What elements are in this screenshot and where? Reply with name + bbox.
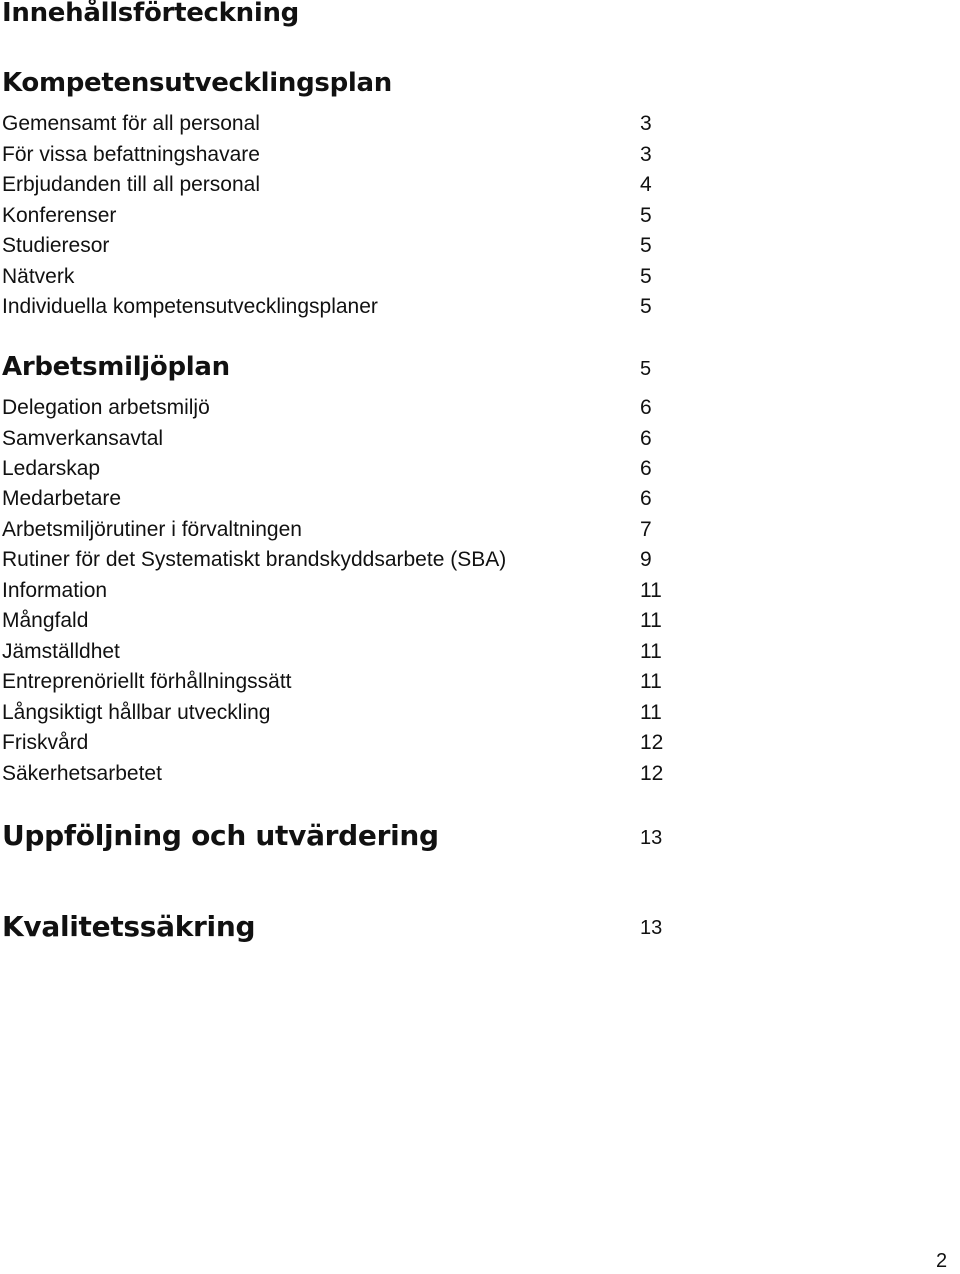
toc-entry[interactable]: Erbjudanden till all personal	[2, 173, 260, 197]
toc-entry[interactable]: Jämställdhet	[2, 640, 120, 664]
toc-entry[interactable]: Långsiktigt hållbar utveckling	[2, 701, 271, 725]
toc-entry[interactable]: Information	[2, 579, 107, 603]
toc-entry-page: 9	[640, 548, 652, 571]
toc-entry-page: 6	[640, 396, 652, 419]
section-heading-uppfoljning[interactable]: Uppföljning och utvärdering	[2, 819, 439, 852]
toc-title: Innehållsförteckning	[2, 0, 299, 28]
toc-entry-page: 11	[640, 609, 662, 632]
toc-entry[interactable]: Medarbetare	[2, 487, 121, 511]
toc-entry-page: 12	[640, 731, 664, 754]
section-page: 13	[640, 917, 663, 939]
toc-entry-page: 6	[640, 427, 652, 450]
toc-entry-page: 3	[640, 112, 652, 135]
toc-entry-page: 6	[640, 487, 652, 510]
toc-entry[interactable]: Delegation arbetsmiljö	[2, 396, 210, 420]
toc-entry[interactable]: Friskvård	[2, 731, 88, 755]
toc-entry[interactable]: Samverkansavtal	[2, 427, 163, 451]
toc-entry[interactable]: Entreprenöriellt förhållningssätt	[2, 670, 292, 694]
toc-entry[interactable]: Arbetsmiljörutiner i förvaltningen	[2, 518, 302, 542]
toc-entry-page: 5	[640, 234, 652, 257]
toc-entry[interactable]: Mångfald	[2, 609, 88, 633]
toc-entry-page: 12	[640, 762, 664, 785]
page-number: 2	[936, 1250, 948, 1272]
toc-entry[interactable]: Rutiner för det Systematiskt brandskydds…	[2, 548, 506, 572]
toc-entry-page: 11	[640, 701, 662, 724]
toc-entry[interactable]: För vissa befattningshavare	[2, 143, 260, 167]
section-page: 5	[640, 358, 652, 380]
toc-entry-page: 11	[640, 579, 662, 602]
toc-entry-page: 4	[640, 173, 652, 196]
toc-entry-page: 5	[640, 204, 652, 227]
toc-entry[interactable]: Studieresor	[2, 234, 109, 258]
section-heading-kompetensutvecklingsplan: Kompetensutvecklingsplan	[2, 68, 392, 98]
section-heading-kvalitetssakring[interactable]: Kvalitetssäkring	[2, 910, 256, 943]
section-page: 13	[640, 827, 663, 849]
toc-entry-page: 6	[640, 457, 652, 480]
toc-entry[interactable]: Gemensamt för all personal	[2, 112, 260, 136]
toc-entry-page: 5	[640, 295, 652, 318]
toc-entry-page: 5	[640, 265, 652, 288]
section-heading-arbetsmiljoplan[interactable]: Arbetsmiljöplan	[2, 352, 230, 382]
toc-entry-page: 11	[640, 640, 662, 663]
toc-entry[interactable]: Säkerhetsarbetet	[2, 762, 162, 786]
toc-entry[interactable]: Konferenser	[2, 204, 116, 228]
toc-entry[interactable]: Ledarskap	[2, 457, 100, 481]
toc-entry[interactable]: Individuella kompetensutvecklingsplaner	[2, 295, 378, 319]
toc-entry[interactable]: Nätverk	[2, 265, 74, 289]
toc-entry-page: 3	[640, 143, 652, 166]
toc-entry-page: 7	[640, 518, 652, 541]
toc-entry-page: 11	[640, 670, 662, 693]
